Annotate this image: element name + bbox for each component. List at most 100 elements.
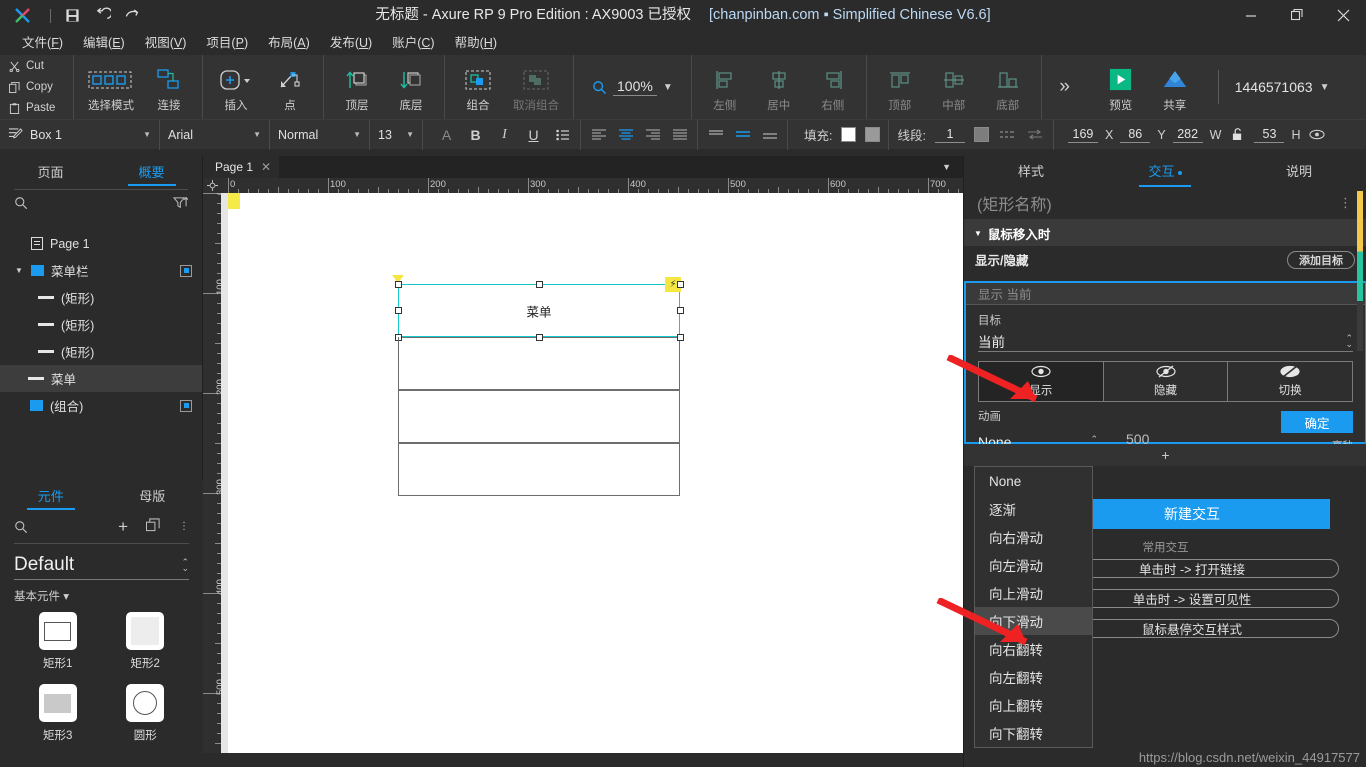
valign-middle-icon[interactable] xyxy=(733,125,752,145)
segment-hide[interactable]: 隐藏 xyxy=(1104,362,1229,401)
align-bottom-button[interactable]: 底部 xyxy=(981,55,1035,119)
send-to-back-button[interactable]: 底层 xyxy=(384,55,438,119)
preview-button[interactable]: 预览 xyxy=(1094,55,1148,119)
redo-icon[interactable] xyxy=(117,0,147,31)
widget-name-field[interactable]: (矩形名称) ⋮ xyxy=(964,187,1366,220)
dropdown-option-flip-down[interactable]: 向下翻转 xyxy=(975,719,1092,747)
design-canvas[interactable]: 菜单 ⚡ xyxy=(221,193,963,767)
library-item-rect2[interactable]: 矩形2 xyxy=(102,612,190,671)
cut-button[interactable]: Cut xyxy=(9,58,73,75)
add-target-button[interactable]: 添加目标 xyxy=(1287,250,1355,269)
chevron-down-icon[interactable]: ▼ xyxy=(942,162,951,172)
line-width-input[interactable]: 1 xyxy=(934,127,965,143)
close-icon[interactable] xyxy=(1320,0,1366,31)
tab-widgets[interactable]: 元件 xyxy=(0,480,102,510)
segment-show[interactable]: 显示 xyxy=(979,362,1104,401)
dropdown-option-slide-right[interactable]: 向右滑动 xyxy=(975,523,1092,551)
selected-shape[interactable]: 菜单 xyxy=(398,284,680,337)
copy-icon[interactable] xyxy=(145,517,161,537)
event-header-mouseenter[interactable]: ▼ 鼠标移入时 xyxy=(964,220,1366,246)
align-right-icon[interactable] xyxy=(643,125,662,145)
align-middle-button[interactable]: 中部 xyxy=(927,55,981,119)
horizontal-ruler[interactable]: 0 100 200 300 400 500 600 700 xyxy=(221,178,963,193)
insert-button[interactable]: 插入 xyxy=(209,55,263,119)
library-item-circle[interactable]: 圆形 xyxy=(102,684,190,743)
library-item-rect1[interactable]: 矩形1 xyxy=(14,612,102,671)
menu-item-help[interactable]: 帮助(H) xyxy=(445,31,507,55)
animation-dropdown-list[interactable]: None 逐渐 向右滑动 向左滑动 向上滑动 向下滑动 向右翻转 向左翻转 向上… xyxy=(974,466,1093,748)
align-right-button[interactable]: 右侧 xyxy=(806,55,860,119)
valign-top-icon[interactable] xyxy=(706,125,725,145)
dropdown-option-slide-left[interactable]: 向左滑动 xyxy=(975,551,1092,579)
width-input[interactable]: 282 xyxy=(1172,127,1203,143)
style-selector[interactable]: Box 1 ▼ xyxy=(0,119,160,150)
eye-icon[interactable] xyxy=(1308,125,1327,145)
align-left-button[interactable]: 左侧 xyxy=(698,55,752,119)
segment-toggle[interactable]: 切换 xyxy=(1228,362,1352,401)
resize-handle-nw[interactable] xyxy=(395,281,402,288)
resize-handle-w[interactable] xyxy=(395,307,402,314)
tree-expander[interactable]: ▼ xyxy=(14,266,24,275)
font-family-selector[interactable]: Arial ▼ xyxy=(160,119,270,150)
fill-color-swatch[interactable] xyxy=(841,127,857,142)
fill-gradient-swatch[interactable] xyxy=(865,127,881,142)
font-color-icon[interactable]: A xyxy=(437,125,456,145)
align-left-icon[interactable] xyxy=(589,125,608,145)
resize-handle-e[interactable] xyxy=(677,307,684,314)
valign-bottom-icon[interactable] xyxy=(760,125,779,145)
new-interaction-button[interactable]: 新建交互 xyxy=(1054,499,1330,529)
dropdown-option-flip-up[interactable]: 向上翻转 xyxy=(975,691,1092,719)
menu-item-view[interactable]: 视图(V) xyxy=(135,31,197,55)
group-button[interactable]: 组合 xyxy=(451,55,505,119)
library-selector[interactable]: Default ⌃ ⌄ xyxy=(14,550,189,580)
height-input[interactable]: 53 xyxy=(1254,127,1285,143)
font-size-selector[interactable]: 13 ▼ xyxy=(370,119,423,150)
ungroup-button[interactable]: 取消组合 xyxy=(505,55,567,119)
tab-notes[interactable]: 说明 xyxy=(1232,156,1366,187)
dropdown-option-none[interactable]: None xyxy=(975,467,1092,495)
x-input[interactable]: 169 xyxy=(1067,127,1098,143)
add-action-row[interactable]: + xyxy=(964,444,1366,466)
library-item-rect3[interactable]: 矩形3 xyxy=(14,684,102,743)
point-button[interactable]: 点 xyxy=(263,55,317,119)
font-weight-selector[interactable]: Normal ▼ xyxy=(270,119,370,150)
bring-to-front-button[interactable]: 顶层 xyxy=(330,55,384,119)
select-mode-button[interactable]: 选择模式 xyxy=(80,55,142,119)
vertical-ruler[interactable]: 0100200300400500 xyxy=(203,193,221,767)
menu-item-edit[interactable]: 编辑(E) xyxy=(73,31,135,55)
target-select[interactable]: 当前 ⌃ ⌄ xyxy=(978,330,1353,352)
right-panel-scrollbar-thumb[interactable] xyxy=(1357,191,1363,301)
y-input[interactable]: 86 xyxy=(1120,127,1151,143)
underline-icon[interactable]: U xyxy=(524,125,543,145)
italic-icon[interactable]: I xyxy=(495,125,514,145)
tree-item-rect-2[interactable]: (矩形) xyxy=(0,311,202,338)
tab-interactions[interactable]: 交互 xyxy=(1098,156,1232,187)
menu-item-publish[interactable]: 发布(U) xyxy=(320,31,382,55)
plus-icon[interactable]: + xyxy=(118,518,128,535)
menu-item-account[interactable]: 账户(C) xyxy=(382,31,444,55)
more-vertical-icon[interactable]: ⋮ xyxy=(1339,195,1353,211)
line-color-swatch[interactable] xyxy=(973,127,989,142)
line-arrow-icon[interactable] xyxy=(1026,125,1045,145)
dropdown-option-flip-right[interactable]: 向右翻转 xyxy=(975,635,1092,663)
library-category[interactable]: 基本元件 ▾ xyxy=(0,580,203,608)
tab-pages[interactable]: 页面 xyxy=(0,156,101,186)
minimize-icon[interactable] xyxy=(1228,0,1274,31)
search-icon[interactable] xyxy=(14,196,28,210)
menu-item-layout[interactable]: 布局(A) xyxy=(258,31,320,55)
resize-handle-n[interactable] xyxy=(536,281,543,288)
zoom-control[interactable]: 100% ▼ xyxy=(574,55,692,119)
toolbar-overflow-button[interactable]: » xyxy=(1042,55,1088,119)
search-icon[interactable] xyxy=(14,520,28,534)
canvas-menu-item-2[interactable] xyxy=(398,390,680,443)
dropdown-option-slide-up[interactable]: 向上滑动 xyxy=(975,579,1092,607)
bullet-list-icon[interactable] xyxy=(553,125,572,145)
align-top-button[interactable]: 顶部 xyxy=(873,55,927,119)
menu-item-file[interactable]: 文件(F) xyxy=(12,31,73,55)
resize-handle-s[interactable] xyxy=(536,334,543,341)
close-icon[interactable]: ✕ xyxy=(261,160,271,174)
tree-item-rect-1[interactable]: (矩形) xyxy=(0,284,202,311)
align-center-button[interactable]: 居中 xyxy=(752,55,806,119)
undo-icon[interactable] xyxy=(87,0,117,31)
visibility-toggle-icon[interactable] xyxy=(180,399,192,412)
